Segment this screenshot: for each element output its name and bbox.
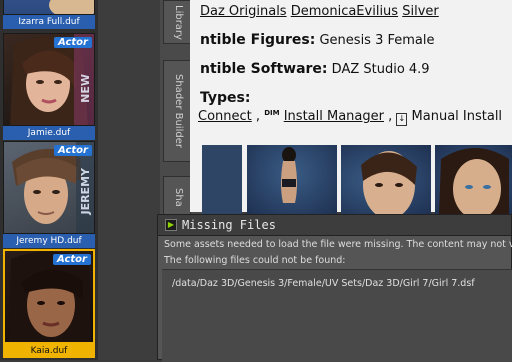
dialog-message: Some assets needed to load the file were…: [164, 239, 512, 250]
missing-files-dialog: ▶ Missing Files Some assets needed to lo…: [157, 214, 512, 362]
tile-thumbnail: Actor NEW: [3, 33, 95, 126]
promo-face: [361, 151, 417, 215]
tab-shader-builder[interactable]: Shader Builder: [163, 60, 191, 162]
side-label: JEREMY: [79, 168, 92, 215]
tab-library[interactable]: Library: [163, 0, 191, 44]
compatible-figures-value: Genesis 3 Female: [319, 33, 435, 48]
compatible-software-row: ntible Software: DAZ Studio 4.9: [200, 61, 430, 77]
compatible-software-label: ntible Software:: [200, 61, 328, 77]
tile-thumbnail: Actor: [3, 249, 95, 344]
install-type-connect[interactable]: Connect: [198, 109, 252, 124]
tab-shader-mixer[interactable]: Sha: [163, 176, 191, 218]
separator: ,: [255, 109, 261, 124]
daz-logo-icon: DIM: [264, 109, 280, 117]
new-ribbon: NEW: [79, 74, 92, 103]
library-tile-jamie[interactable]: Actor NEW Jamie.duf: [3, 33, 95, 140]
promo-image-4[interactable]: [435, 145, 512, 215]
tile-thumbnail: Actor JEREMY: [3, 141, 95, 234]
install-type-manual: Manual Install: [411, 109, 503, 124]
library-tile-kaia[interactable]: Actor Kaia.duf: [3, 249, 95, 358]
content-library-panel: Izarra Full.duf Actor NEW Jamie.duf Acto…: [0, 0, 98, 360]
product-info-page: Daz Originals DemonicaEvilius Silver nti…: [190, 0, 512, 215]
missing-files-list[interactable]: /data/Daz 3D/Genesis 3/Female/UV Sets/Da…: [162, 269, 512, 362]
dialog-submessage: The following files could not be found:: [164, 255, 346, 266]
tile-label: Jeremy HD.duf: [3, 234, 95, 248]
tile-thumbnail: [3, 0, 95, 15]
artist-link[interactable]: Daz Originals: [200, 4, 287, 19]
install-types-label: Types:: [200, 90, 251, 106]
artist-link[interactable]: Silver: [402, 4, 439, 19]
promo-image-1[interactable]: [202, 145, 242, 215]
install-types-row: Types:: [200, 90, 250, 106]
library-tile-izarra[interactable]: Izarra Full.duf: [3, 0, 95, 30]
separator: ,: [388, 109, 393, 124]
download-icon: ↓: [396, 113, 408, 126]
actor-badge: Actor: [54, 37, 92, 48]
tile-image: [49, 0, 94, 14]
artists-row: Daz Originals DemonicaEvilius Silver: [200, 4, 439, 19]
daz-studio-icon: ▶: [165, 219, 177, 231]
actor-badge: Actor: [54, 145, 92, 156]
missing-file-item[interactable]: /data/Daz 3D/Genesis 3/Female/UV Sets/Da…: [172, 278, 475, 289]
install-types-list: Connect , DIM Install Manager , ↓ Manual…: [198, 109, 502, 126]
dialog-title: Missing Files: [182, 218, 276, 232]
actor-badge: Actor: [53, 254, 91, 265]
compatible-software-value: DAZ Studio 4.9: [331, 62, 430, 77]
promo-figure: [281, 147, 297, 203]
tile-label: Jamie.duf: [3, 126, 95, 140]
compatible-figures-row: ntible Figures: Genesis 3 Female: [200, 32, 435, 48]
tile-label: Kaia.duf: [3, 344, 95, 358]
library-tile-jeremy[interactable]: Actor JEREMY Jeremy HD.duf: [3, 141, 95, 248]
promo-image-2[interactable]: [247, 145, 337, 215]
tile-label: Izarra Full.duf: [3, 15, 95, 29]
promo-image-3[interactable]: [341, 145, 431, 215]
panel-gap: [98, 0, 160, 360]
artist-link[interactable]: DemonicaEvilius: [291, 4, 398, 19]
promo-face: [439, 148, 509, 215]
dialog-title-bar[interactable]: ▶ Missing Files: [158, 215, 511, 236]
compatible-figures-label: ntible Figures:: [200, 32, 316, 48]
install-type-dim[interactable]: Install Manager: [284, 109, 384, 124]
